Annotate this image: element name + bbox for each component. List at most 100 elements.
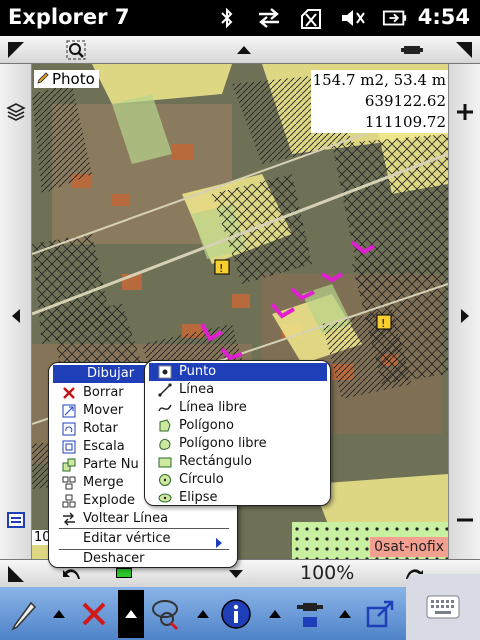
top-control-strip [0, 36, 480, 64]
menu-item-explode[interactable]: Explode [61, 491, 135, 511]
sync-icon[interactable] [256, 6, 282, 30]
submenu-item-label: Rectángulo [179, 454, 252, 469]
submenu-item-linea[interactable]: Línea [157, 381, 214, 399]
submenu-item-punto[interactable]: Punto [157, 363, 216, 381]
line-icon [157, 382, 173, 398]
submenu-item-label: Punto [179, 364, 217, 379]
submenu-item-label: Elipse [179, 490, 218, 505]
menu-arrow-icon[interactable] [264, 590, 286, 638]
no-signal-icon[interactable] [298, 6, 324, 30]
merge-icon [61, 475, 77, 491]
svg-text:!: ! [219, 262, 223, 275]
status-bar: Explorer 7 4:54 [0, 0, 480, 36]
menu-item-label: Mover [83, 403, 124, 418]
clock[interactable]: 4:54 [418, 5, 470, 29]
freehand-line-icon [157, 400, 173, 416]
circle-icon [157, 472, 173, 488]
svg-text:!: ! [381, 317, 385, 330]
pan-up-icon[interactable] [230, 38, 258, 62]
menu-item-escala[interactable]: Escala [61, 437, 125, 457]
y-coordinate: 111109.72 [364, 113, 446, 131]
zoom-in-icon[interactable] [451, 98, 479, 126]
menu-item-mover[interactable]: Mover [61, 401, 123, 421]
menu-item-label: Explode [83, 493, 135, 508]
menu-item-label: Deshacer [83, 551, 145, 566]
menu-item-label: Parte Nu [83, 457, 139, 472]
menu-item-borrar[interactable]: Borrar [61, 383, 124, 403]
submenu-arrow-icon [215, 534, 223, 553]
submenu-item-poligono-libre[interactable]: Polígono libre [157, 435, 267, 453]
corner-arrow-bottom-left-icon[interactable] [2, 562, 30, 586]
app-title[interactable]: Explorer 7 [8, 5, 129, 29]
area-length: 154.7 m2, 53.4 m [312, 71, 446, 89]
measurement-readout: 154.7 m2, 53.4 m 639122.62 111109.72 [310, 70, 448, 133]
battery-icon[interactable] [382, 6, 408, 30]
zoom-level: 100% [300, 562, 355, 584]
menu-item-label: Borrar [83, 385, 124, 400]
rotate-icon [61, 421, 77, 437]
menu-item-parte-nueva[interactable]: Parte Nu [61, 455, 139, 475]
freehand-polygon-icon [157, 436, 173, 452]
volume-icon[interactable] [340, 6, 366, 30]
submenu-item-rectangulo[interactable]: Rectángulo [157, 453, 252, 471]
pan-left-icon[interactable] [2, 302, 30, 330]
menu-arrow-icon[interactable] [334, 590, 356, 638]
gps-icon[interactable] [398, 38, 426, 62]
flip-line-icon [61, 511, 77, 527]
gps-tool-icon[interactable] [290, 590, 330, 638]
ellipse-icon [157, 490, 173, 506]
submenu-item-poligono[interactable]: Polígono [157, 417, 234, 435]
left-side-bar [0, 64, 32, 559]
menu-item-editar-vertice[interactable]: Editar vértice [61, 529, 171, 549]
submenu-item-label: Línea libre [179, 400, 247, 415]
menu-item-label: Voltear Línea [83, 511, 169, 526]
delete-tool-icon[interactable] [74, 590, 114, 638]
submenu-item-label: Línea [179, 382, 215, 397]
menu-item-label: Rotar [83, 421, 118, 436]
window-tool-icon[interactable] [360, 590, 400, 638]
photo-layer-label[interactable]: Photo [34, 70, 99, 88]
photo-label-text: Photo [52, 70, 95, 88]
identify-tool-icon[interactable] [146, 590, 186, 638]
gps-indicator [116, 568, 132, 578]
submenu-item-label: Polígono libre [179, 436, 267, 451]
new-part-icon [61, 457, 77, 473]
zoom-out-icon[interactable] [451, 506, 479, 534]
submenu-item-linea-libre[interactable]: Línea libre [157, 399, 247, 417]
x-coordinate: 639122.62 [364, 92, 446, 110]
polygon-icon [157, 418, 173, 434]
bluetooth-icon[interactable] [214, 6, 240, 30]
menu-item-deshacer[interactable]: Deshacer [61, 549, 144, 569]
bottom-toolbar [0, 587, 406, 640]
gps-status-label: 0sat-nofix [370, 537, 448, 557]
layers-icon[interactable] [2, 98, 30, 126]
menu-arrow-icon[interactable] [192, 590, 214, 638]
menu-item-merge[interactable]: Merge [61, 473, 124, 493]
submenu-item-elipse[interactable]: Elipse [157, 489, 217, 507]
corner-arrow-top-left-icon[interactable] [2, 38, 30, 62]
keyboard-icon[interactable] [406, 574, 480, 640]
submenu-item-circulo[interactable]: Círculo [157, 471, 224, 489]
point-icon [157, 364, 173, 380]
corner-arrow-top-right-icon[interactable] [450, 38, 478, 62]
pan-right-icon[interactable] [451, 302, 479, 330]
menu-item-label: Merge [83, 475, 124, 490]
menu-item-voltear-linea[interactable]: Voltear Línea [61, 509, 168, 529]
menu-item-rotar[interactable]: Rotar [61, 419, 118, 439]
menu-item-label: Escala [83, 439, 125, 454]
explode-icon [61, 493, 77, 509]
menu-arrow-icon[interactable] [48, 590, 70, 638]
menu-arrow-active-icon[interactable] [118, 590, 144, 638]
submenu-item-label: Polígono [179, 418, 234, 433]
zoom-extent-icon[interactable] [62, 38, 90, 62]
submenu-item-label: Círculo [179, 472, 224, 487]
move-icon [61, 403, 77, 419]
menu-item-label: Editar vértice [83, 531, 171, 546]
draw-submenu: Punto Línea Línea libre Polígono Polígon… [144, 360, 331, 506]
scale-icon [61, 439, 77, 455]
info-icon[interactable] [216, 590, 256, 638]
pen-tool-icon[interactable] [4, 590, 44, 638]
legend-icon[interactable] [2, 506, 30, 534]
rectangle-icon [157, 454, 173, 470]
pencil-icon [37, 72, 49, 84]
